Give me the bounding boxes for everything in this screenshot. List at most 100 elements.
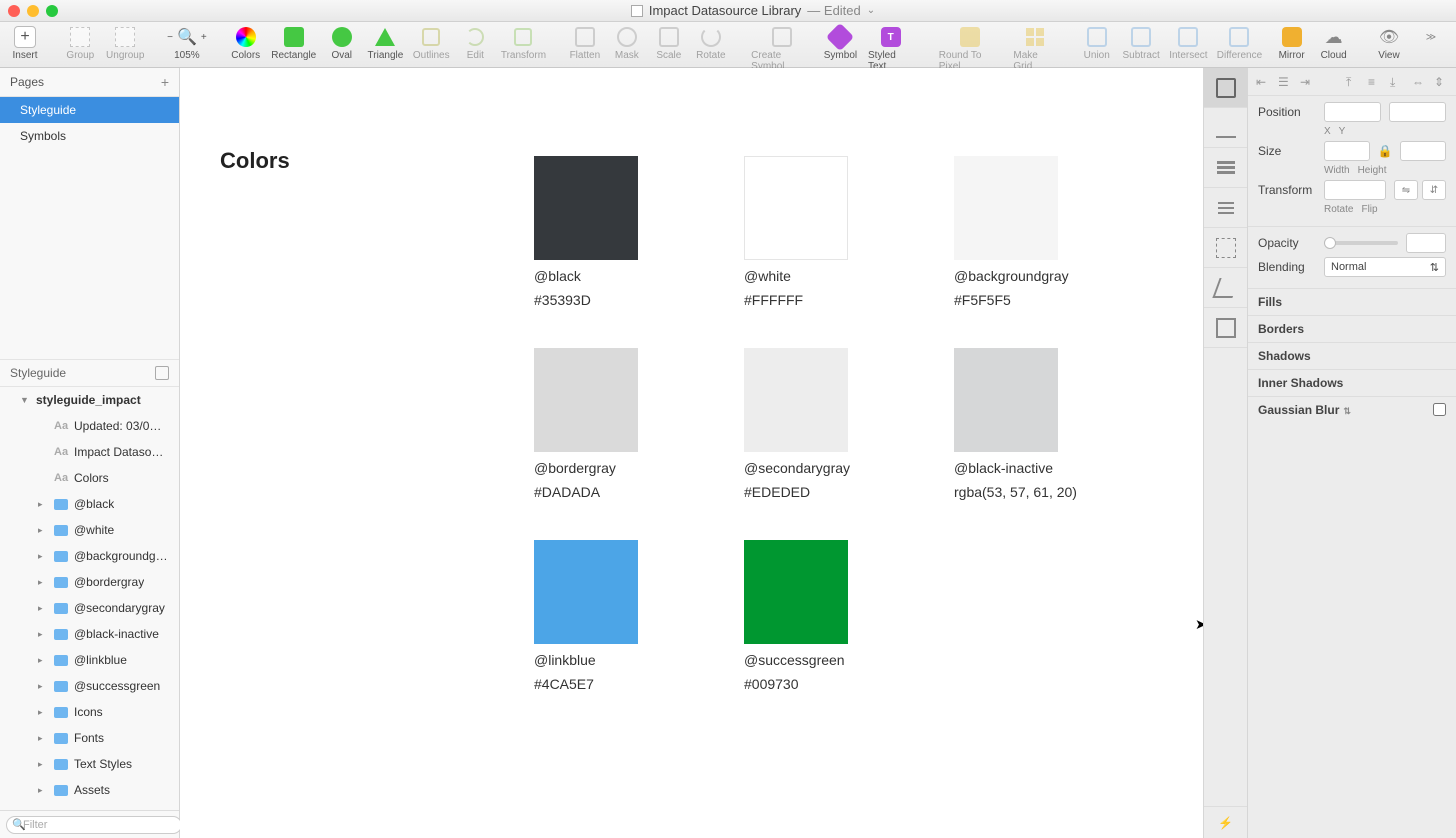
vector-tab[interactable] [1204, 268, 1247, 308]
tree-text-layer[interactable]: AaUpdated: 03/0… [0, 413, 179, 439]
subtract-button[interactable]: Subtract [1120, 24, 1163, 61]
borders-section[interactable]: Borders [1248, 315, 1456, 342]
difference-button[interactable]: Difference [1214, 24, 1264, 61]
outlines-tool[interactable]: Outlines [410, 24, 452, 61]
position-x-field[interactable] [1324, 102, 1381, 122]
zoom-control[interactable]: −🔍+105% [164, 24, 209, 61]
distribute-h-icon[interactable]: ⇔ [1412, 75, 1426, 89]
position-y-field[interactable] [1389, 102, 1446, 122]
disclosure-arrow-icon[interactable]: ▸ [38, 655, 48, 666]
oval-tool[interactable]: Oval [323, 24, 361, 61]
styled-text-button[interactable]: TStyled Text [864, 24, 917, 72]
export-tab[interactable] [1204, 108, 1247, 148]
flip-v-button[interactable]: ⇵ [1422, 180, 1446, 200]
tree-folder[interactable]: ▸Text Styles [0, 751, 179, 777]
intersect-button[interactable]: Intersect [1167, 24, 1211, 61]
align-right-icon[interactable]: ⇥ [1300, 75, 1314, 89]
swatch-successgreen[interactable]: @successgreen#009730 [744, 540, 954, 692]
tree-folder[interactable]: ▸Fonts [0, 725, 179, 751]
zoom-in-icon[interactable]: + [201, 32, 207, 43]
blending-dropdown[interactable]: Normal⇅ [1324, 257, 1446, 277]
size-height-field[interactable] [1400, 141, 1446, 161]
tree-folder[interactable]: ▸Assets [0, 777, 179, 803]
view-button[interactable]: 👁View [1370, 24, 1408, 61]
canvas[interactable]: Colors @black#35393D@white#FFFFFF@backgr… [180, 68, 1204, 838]
image-tab[interactable] [1204, 308, 1247, 348]
tree-text-layer[interactable]: AaImpact Dataso… [0, 439, 179, 465]
page-row-styleguide[interactable]: Styleguide [0, 97, 179, 123]
close-window-button[interactable] [8, 5, 20, 17]
align-vcenter-icon[interactable]: ≡ [1368, 75, 1382, 89]
fills-section[interactable]: Fills [1248, 288, 1456, 315]
insert-button[interactable]: +Insert [6, 24, 44, 61]
opacity-slider[interactable] [1324, 241, 1398, 245]
filter-input[interactable] [6, 816, 182, 834]
resize-tab[interactable] [1204, 228, 1247, 268]
disclosure-arrow-icon[interactable]: ▸ [38, 499, 48, 510]
symbol-button[interactable]: Symbol [821, 24, 860, 61]
tree-folder[interactable]: ▸@secondarygray [0, 595, 179, 621]
align-top-icon[interactable]: ⤒ [1346, 75, 1360, 89]
flip-h-button[interactable]: ⇋ [1394, 180, 1418, 200]
tree-folder[interactable]: ▸@black [0, 491, 179, 517]
gaussian-blur-checkbox[interactable] [1433, 403, 1446, 416]
disclosure-arrow-icon[interactable]: ▸ [38, 577, 48, 588]
scale-button[interactable]: Scale [650, 24, 688, 61]
layout-tab[interactable] [1204, 148, 1247, 188]
swatch-linkblue[interactable]: @linkblue#4CA5E7 [534, 540, 744, 692]
tree-folder[interactable]: ▸@successgreen [0, 673, 179, 699]
rectangle-tool[interactable]: Rectangle [269, 24, 319, 61]
page-row-symbols[interactable]: Symbols [0, 123, 179, 149]
mask-button[interactable]: Mask [608, 24, 646, 61]
disclosure-arrow-icon[interactable]: ▸ [38, 681, 48, 692]
flatten-button[interactable]: Flatten [566, 24, 604, 61]
lock-icon[interactable] [155, 366, 169, 380]
disclosure-arrow-icon[interactable]: ▸ [38, 629, 48, 640]
swatch-white[interactable]: @white#FFFFFF [744, 156, 954, 308]
rotate-field[interactable] [1324, 180, 1386, 200]
lightning-footer[interactable]: ⚡ [1204, 806, 1247, 838]
disclosure-arrow-icon[interactable]: ▸ [38, 525, 48, 536]
disclosure-arrow-icon[interactable]: ▸ [38, 603, 48, 614]
gaussian-blur-section[interactable]: Gaussian Blur⇅ [1248, 396, 1456, 423]
tree-root[interactable]: ▼styleguide_impact [0, 387, 179, 413]
tree-folder[interactable]: ▸Icons [0, 699, 179, 725]
colors-button[interactable]: Colors [227, 24, 265, 61]
rotate-button[interactable]: Rotate [692, 24, 730, 61]
triangle-tool[interactable]: Triangle [365, 24, 406, 61]
tree-folder[interactable]: ▸@linkblue [0, 647, 179, 673]
title-chevron-icon[interactable]: ⌄ [867, 5, 875, 16]
edit-tool[interactable]: Edit [456, 24, 494, 61]
tree-folder[interactable]: ▸@backgroundg… [0, 543, 179, 569]
opacity-field[interactable] [1406, 233, 1446, 253]
align-tab[interactable] [1204, 68, 1247, 108]
tree-text-layer[interactable]: AaColors [0, 465, 179, 491]
round-to-pixel-button[interactable]: Round To Pixel [935, 24, 1006, 72]
group-button[interactable]: Group [61, 24, 99, 61]
overflow-button[interactable]: ≫ [1412, 24, 1450, 61]
swatch-secondarygray[interactable]: @secondarygray#EDEDED [744, 348, 954, 500]
disclosure-arrow-icon[interactable]: ▸ [38, 551, 48, 562]
lock-aspect-icon[interactable]: 🔒 [1378, 144, 1393, 158]
inner-shadows-section[interactable]: Inner Shadows [1248, 369, 1456, 396]
swatch-black-inactive[interactable]: @black-inactivergba(53, 57, 61, 20) [954, 348, 1164, 500]
swatch-bordergray[interactable]: @bordergray#DADADA [534, 348, 744, 500]
disclosure-arrow-icon[interactable]: ▸ [38, 759, 48, 770]
swatch-black[interactable]: @black#35393D [534, 156, 744, 308]
swatch-backgroundgray[interactable]: @backgroundgray#F5F5F5 [954, 156, 1164, 308]
disclosure-arrow-icon[interactable]: ▼ [20, 395, 30, 405]
align-hcenter-icon[interactable]: ☰ [1278, 75, 1292, 89]
cloud-button[interactable]: ☁Cloud [1315, 24, 1353, 61]
list-tab[interactable] [1204, 188, 1247, 228]
align-left-icon[interactable]: ⇤ [1256, 75, 1270, 89]
minimize-window-button[interactable] [27, 5, 39, 17]
make-grid-button[interactable]: Make Grid [1009, 24, 1060, 72]
disclosure-arrow-icon[interactable]: ▸ [38, 707, 48, 718]
tree-folder[interactable]: ▸@white [0, 517, 179, 543]
align-bottom-icon[interactable]: ⤓ [1390, 75, 1404, 89]
disclosure-arrow-icon[interactable]: ▸ [38, 733, 48, 744]
add-page-button[interactable]: + [161, 74, 169, 90]
tree-folder[interactable]: ▸@black-inactive [0, 621, 179, 647]
zoom-out-icon[interactable]: − [167, 32, 173, 43]
disclosure-arrow-icon[interactable]: ▸ [38, 785, 48, 796]
